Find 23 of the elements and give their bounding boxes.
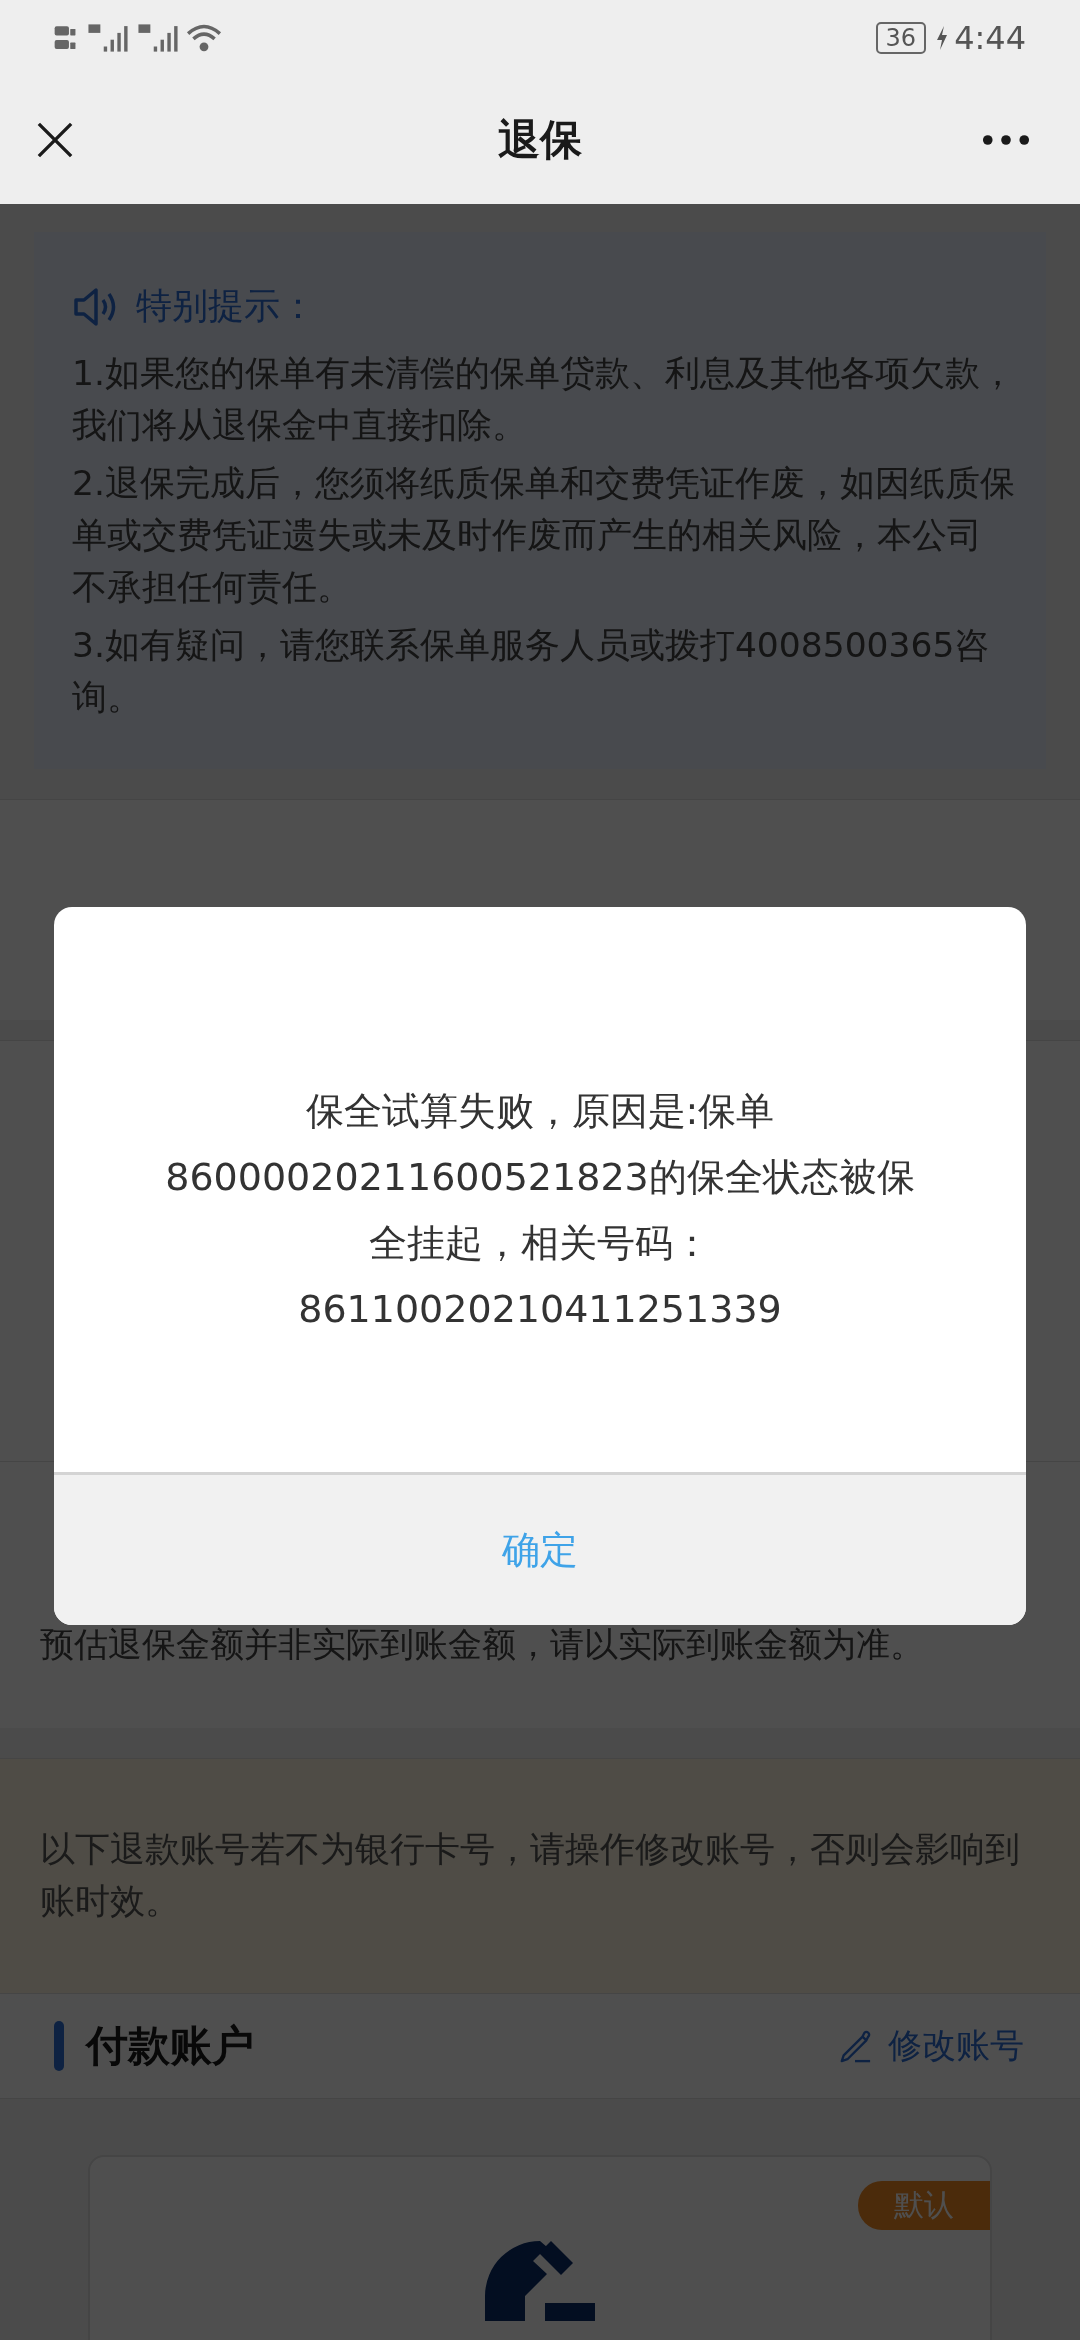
notice-text: 1.如果您的保单有未清偿的保单贷款、利息及其他各项欠款，我们将从退保金中直接扣除。 <box>72 352 1016 447</box>
confirm-button[interactable]: 确定 <box>54 1475 1026 1625</box>
signal-icon <box>86 21 130 55</box>
page-title: 退保 <box>498 114 582 166</box>
bank-card[interactable]: 默认 <box>88 2155 992 2340</box>
clock-time: 4:44 <box>954 19 1026 57</box>
pencil-icon <box>838 2029 872 2063</box>
notice-text: 3.如有疑问，请您联系保单服务人员或拨打4008500365咨询。 <box>72 624 991 719</box>
section-title: 付款账户 <box>86 2020 255 2072</box>
dialog-message: 保全试算失败，原因是:保单 86000020211600521823的保全状态被保 全挂起，相关号码： 86110020210411251339 <box>165 1087 915 1333</box>
charging-icon <box>936 26 949 50</box>
logo-icon <box>485 2241 595 2321</box>
section-marker <box>54 2021 64 2071</box>
edit-account-link[interactable]: 修改账号 <box>838 2023 1024 2069</box>
notice-text: 2.退保完成后，您须将纸质保单和交费凭证作废，如因纸质保单或交费凭证遗失或未及时作废而产生的相关风险，本公司不承担任何责任。 <box>72 462 1016 609</box>
battery-level: 36 <box>875 22 927 54</box>
wifi-icon <box>186 23 222 53</box>
more-icon[interactable] <box>982 134 1030 146</box>
notice-title: 特别提示： <box>136 284 316 328</box>
estimate-note: 预估退保金额并非实际到账金额，请以实际到账金额为准。 <box>40 1623 925 1666</box>
signal-icon <box>136 21 180 55</box>
default-badge: 默认 <box>858 2181 990 2230</box>
close-icon[interactable] <box>36 121 74 159</box>
